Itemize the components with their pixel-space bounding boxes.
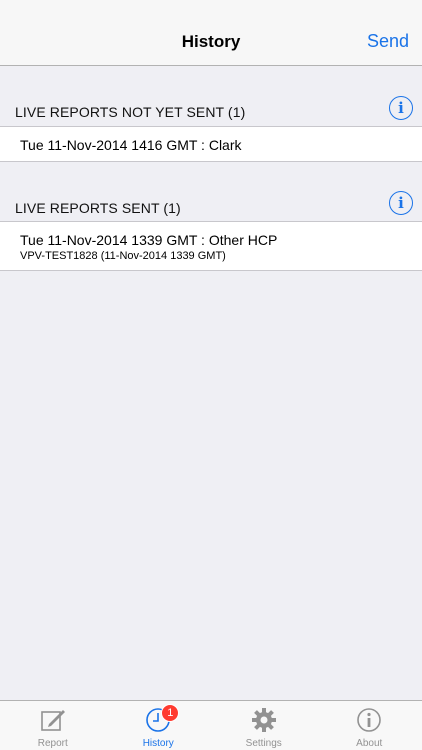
tab-settings[interactable]: Settings bbox=[211, 701, 317, 750]
tab-label: About bbox=[356, 738, 383, 749]
tab-label: Settings bbox=[245, 738, 282, 749]
list-item[interactable]: Tue 11-Nov-2014 1416 GMT : Clark bbox=[0, 126, 422, 162]
info-icon bbox=[356, 707, 382, 738]
tab-history[interactable]: 1 History bbox=[106, 701, 212, 750]
section-header-not-sent: LIVE REPORTS NOT YET SENT (1) i bbox=[0, 92, 422, 124]
section-header-sent: LIVE REPORTS SENT (1) i bbox=[0, 188, 422, 220]
list-item-subtitle: VPV-TEST1828 (11-Nov-2014 1339 GMT) bbox=[20, 250, 226, 262]
list-item-title: Tue 11-Nov-2014 1416 GMT : Clark bbox=[20, 137, 242, 153]
list-item-title: Tue 11-Nov-2014 1339 GMT : Other HCP bbox=[20, 232, 278, 248]
clock-icon: 1 bbox=[145, 704, 180, 738]
page-title: History bbox=[181, 32, 241, 51]
tab-label: Report bbox=[37, 738, 68, 749]
section-title: LIVE REPORTS NOT YET SENT (1) bbox=[15, 104, 246, 120]
tab-report[interactable]: Report bbox=[0, 701, 106, 750]
compose-icon bbox=[40, 707, 66, 738]
info-icon[interactable]: i bbox=[389, 191, 413, 215]
navigation-bar: History Send bbox=[0, 0, 422, 66]
notification-badge: 1 bbox=[161, 704, 180, 722]
tab-about[interactable]: About bbox=[317, 701, 422, 750]
gear-icon bbox=[251, 707, 277, 738]
section-title: LIVE REPORTS SENT (1) bbox=[15, 200, 181, 216]
tab-bar: Report 1 History Settings About bbox=[0, 700, 422, 750]
info-icon[interactable]: i bbox=[389, 96, 413, 120]
tab-label: History bbox=[142, 738, 174, 749]
list-item[interactable]: Tue 11-Nov-2014 1339 GMT : Other HCP VPV… bbox=[0, 221, 422, 271]
send-button[interactable]: Send bbox=[367, 31, 409, 52]
